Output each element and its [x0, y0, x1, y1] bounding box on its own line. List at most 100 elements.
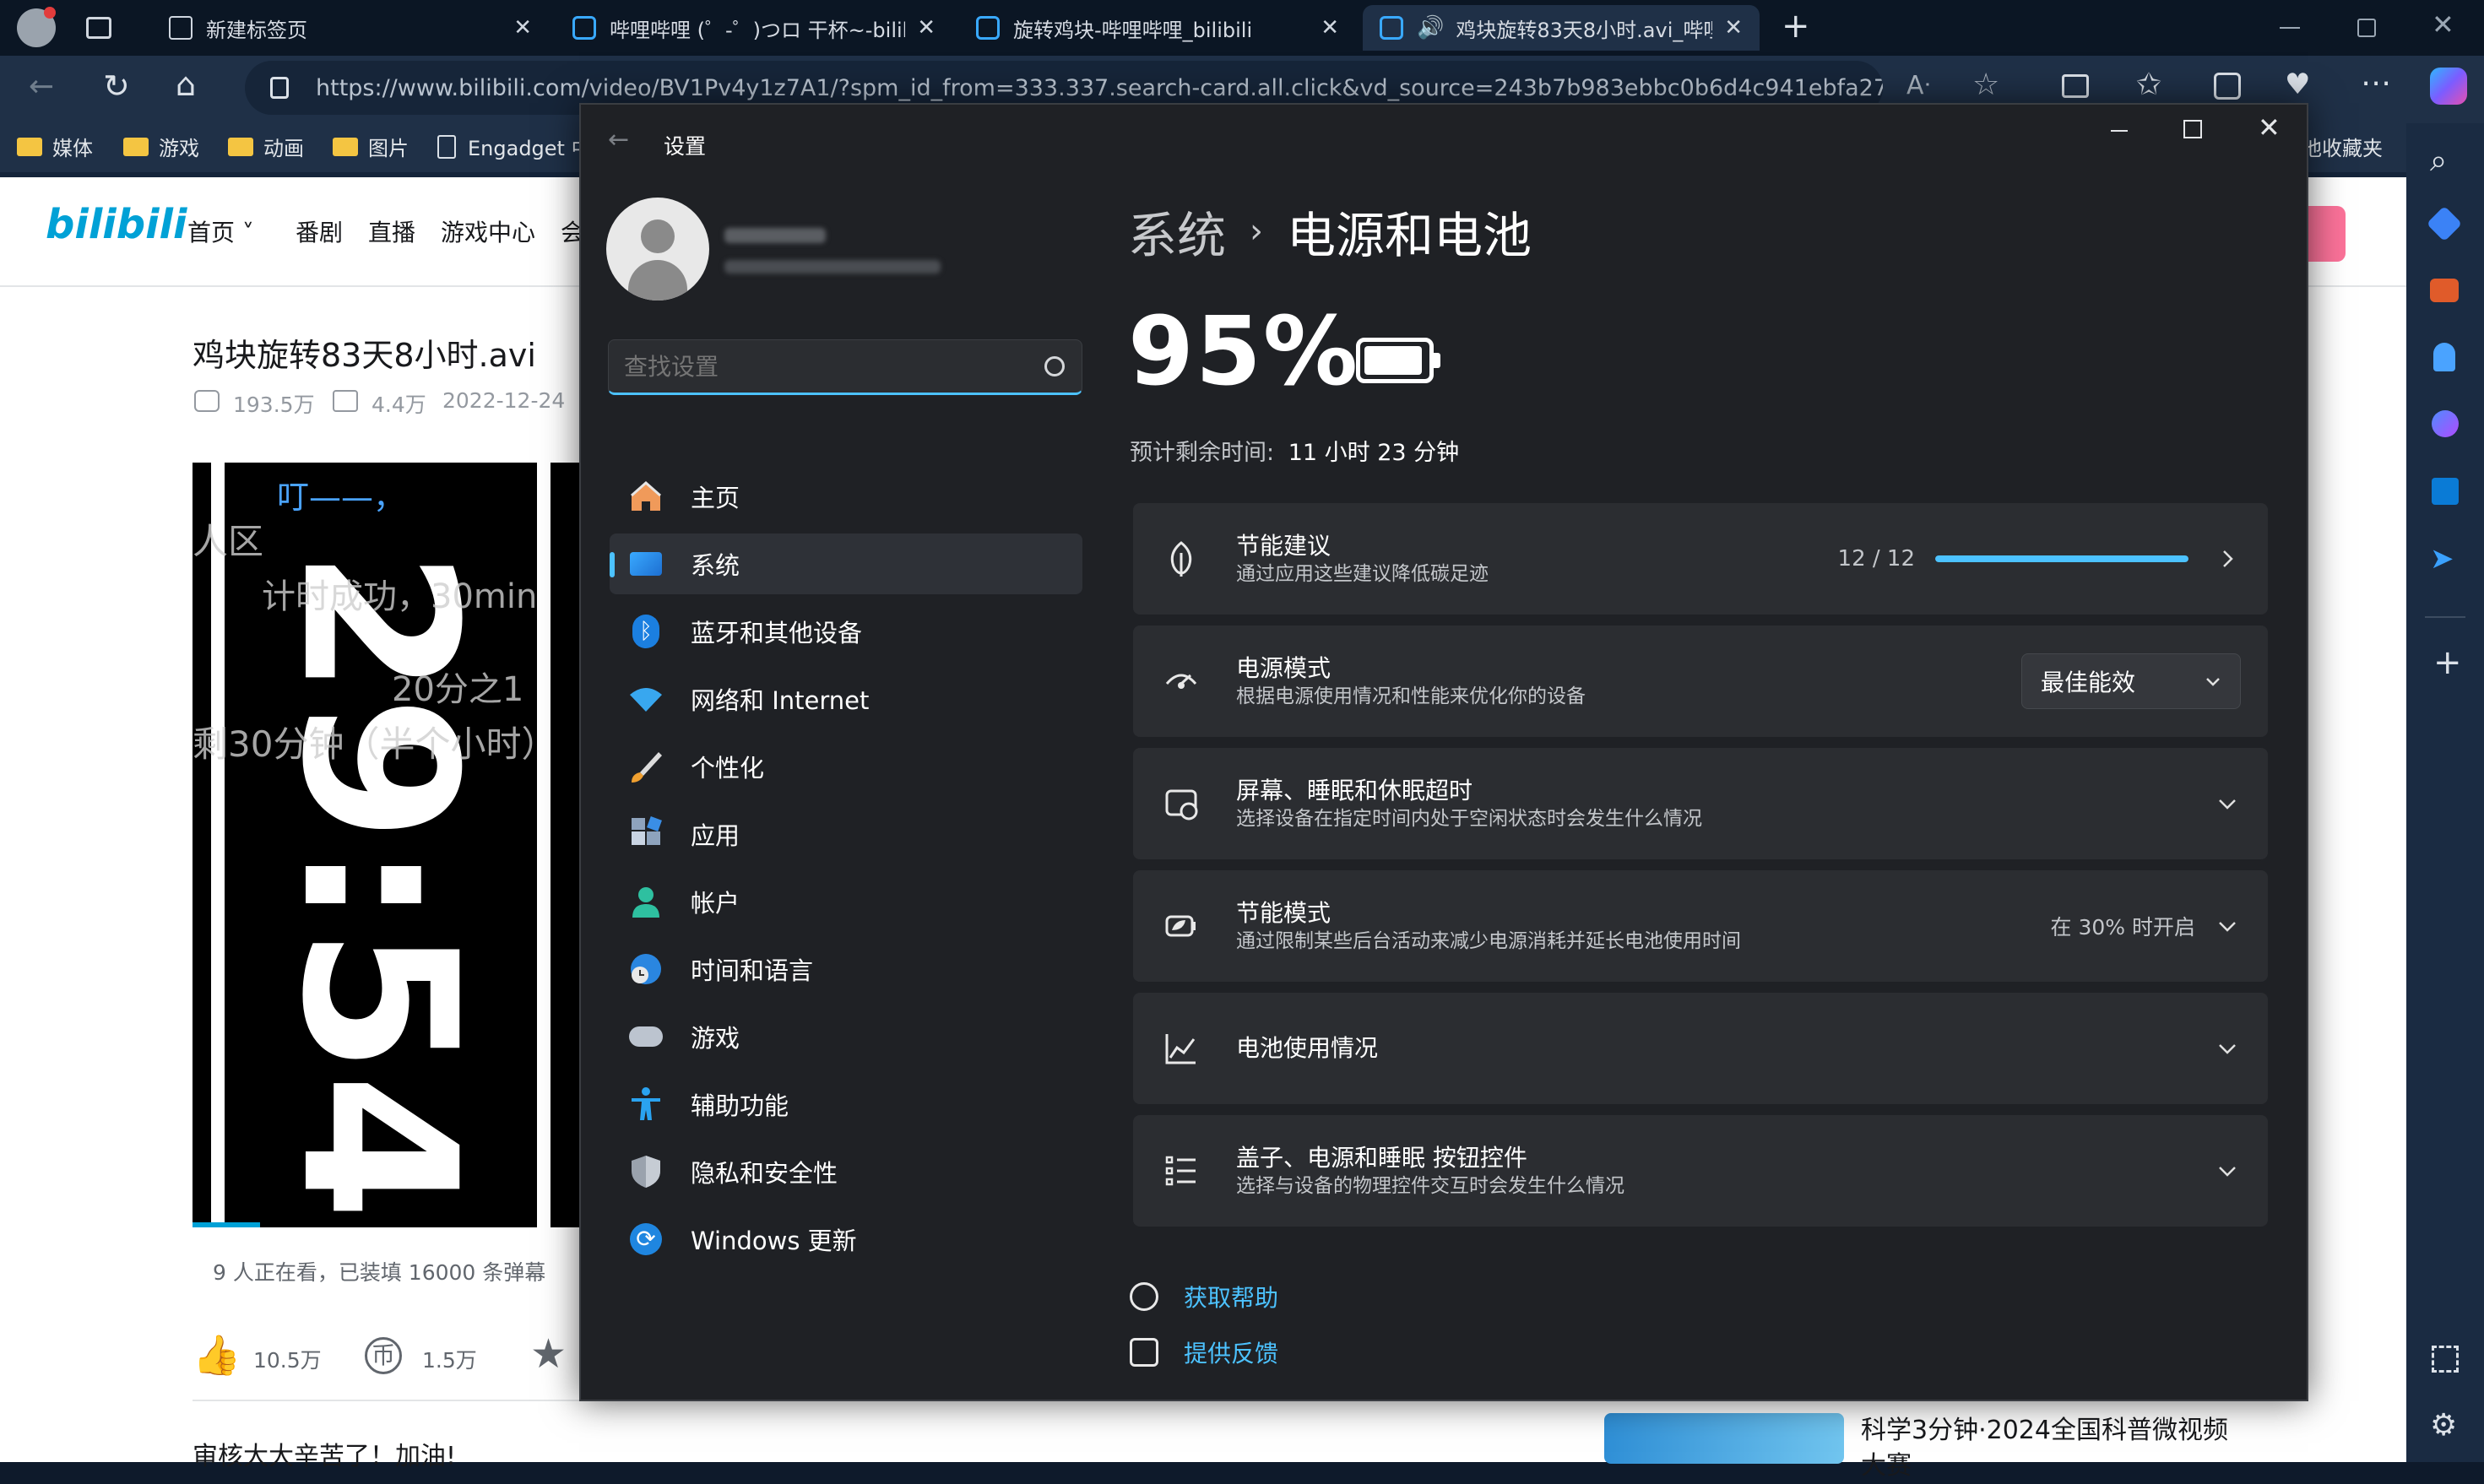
- video-player[interactable]: 29:54 叮——， 人区 计时成功，30min 20分之1 剩30分钟（半个小…: [193, 463, 581, 1227]
- nav-time-language[interactable]: 时间和语言: [610, 939, 1082, 999]
- card-battery-usage[interactable]: 电池使用情况: [1133, 993, 2268, 1104]
- tab-label: 哔哩哔哩 (゜-゜)つロ 干杯~-bilib: [610, 18, 906, 42]
- close-tab-icon[interactable]: ✕: [1321, 15, 1339, 41]
- sidebar-send-icon[interactable]: ➤: [2430, 542, 2454, 576]
- nav-home[interactable]: 主页: [610, 466, 1082, 527]
- power-mode-icon: [1160, 660, 1202, 702]
- tab-rotating-nugget[interactable]: 旋转鸡块-哔哩哔哩_bilibili ✕: [959, 5, 1356, 51]
- settings-search-box[interactable]: [608, 339, 1082, 395]
- nav-privacy[interactable]: 隐私和安全性: [610, 1141, 1082, 1202]
- nav-windows-update[interactable]: ⟳ Windows 更新: [610, 1209, 1082, 1270]
- nav-network[interactable]: 网络和 Internet: [610, 669, 1082, 729]
- like-icon[interactable]: 👍: [193, 1332, 241, 1378]
- nav-label: 辅助功能: [691, 1091, 789, 1120]
- new-tab-button[interactable]: +: [1782, 7, 1810, 46]
- close-tab-icon[interactable]: ✕: [917, 15, 936, 41]
- lock-icon[interactable]: [270, 77, 289, 99]
- collections-icon[interactable]: [2214, 73, 2241, 100]
- play-count-icon: [194, 390, 220, 412]
- sidebar-settings-icon[interactable]: ⚙: [2430, 1408, 2457, 1443]
- tab-active-video[interactable]: 🔊 鸡块旋转83天8小时.avi_哔哩 ✕: [1363, 5, 1760, 51]
- bili-nav-game-center[interactable]: 游戏中心: [441, 214, 535, 248]
- search-icon[interactable]: [1044, 356, 1065, 376]
- minimize-icon[interactable]: [2280, 27, 2300, 29]
- sidebar-tag-icon[interactable]: [2426, 205, 2463, 242]
- favorite-star-icon[interactable]: ☆: [1972, 68, 1999, 102]
- bilibili-tab-icon: [572, 16, 596, 40]
- tab-new[interactable]: 新建标签页 ✕: [152, 5, 549, 51]
- fav-folder-media[interactable]: 媒体: [17, 132, 93, 161]
- card-lid-power-buttons[interactable]: 盖子、电源和睡眠 按钮控件 选择与设备的物理控件交互时会发生什么情况: [1133, 1115, 2268, 1227]
- fav-folder-games[interactable]: 游戏: [123, 132, 199, 161]
- settings-search-input[interactable]: [624, 352, 1044, 381]
- card-battery-saver[interactable]: 节能模式 通过限制某些后台活动来减少电源消耗并延长电池使用时间 在 30% 时开启: [1133, 870, 2268, 982]
- nav-personalization[interactable]: 个性化: [610, 736, 1082, 797]
- read-aloud-icon[interactable]: Aᐧ: [1906, 71, 1930, 100]
- fav-engadget[interactable]: Engadget 中: [437, 132, 592, 161]
- folder-icon: [228, 137, 253, 156]
- feedback-link[interactable]: 提供反馈: [1130, 1335, 1278, 1369]
- split-screen-icon[interactable]: [2062, 74, 2089, 98]
- performance-icon[interactable]: ♥: [2285, 68, 2310, 101]
- fav-other[interactable]: 他收藏夹: [2302, 132, 2383, 161]
- power-mode-dropdown[interactable]: 最佳能效: [2021, 653, 2241, 709]
- sidebar-person-icon[interactable]: [2433, 343, 2455, 371]
- speaker-icon[interactable]: 🔊: [1417, 15, 1444, 41]
- sidebar-screenshot-icon[interactable]: [2432, 1346, 2459, 1373]
- sidebar-copilot-icon[interactable]: [2432, 410, 2459, 437]
- bili-nav-bangumi[interactable]: 番剧: [296, 214, 343, 248]
- favorites-icon[interactable]: ✩: [2136, 68, 2161, 102]
- url-text[interactable]: https://www.bilibili.com/video/BV1Pv4y1z…: [316, 75, 1883, 101]
- home-icon[interactable]: ⌂: [176, 66, 196, 103]
- breadcrumb-parent[interactable]: 系统: [1128, 196, 1226, 267]
- tab-bilibili-home[interactable]: 哔哩哔哩 (゜-゜)つロ 干杯~-bilib ✕: [556, 5, 952, 51]
- back-icon[interactable]: ←: [29, 69, 54, 104]
- settings-maximize-icon[interactable]: [2183, 120, 2202, 138]
- folder-icon: [17, 137, 42, 156]
- tab-actions-icon[interactable]: [86, 17, 111, 39]
- fav-folder-anime[interactable]: 动画: [228, 132, 304, 161]
- card-subtitle: 选择与设备的物理控件交互时会发生什么情况: [1236, 1175, 1624, 1197]
- bili-nav-home[interactable]: 首页 ˅: [187, 214, 254, 248]
- nav-label: 网络和 Internet: [691, 686, 870, 715]
- card-screen-sleep[interactable]: 屏幕、睡眠和休眠超时 选择设备在指定时间内处于空闲状态时会发生什么情况: [1133, 748, 2268, 859]
- settings-minimize-icon[interactable]: [2111, 130, 2128, 132]
- video-progress[interactable]: [193, 1222, 260, 1227]
- nav-accessibility[interactable]: 辅助功能: [610, 1074, 1082, 1135]
- help-link[interactable]: 获取帮助: [1130, 1280, 1278, 1313]
- comment-divider: [193, 1400, 581, 1401]
- fav-label: 动画: [263, 137, 304, 160]
- nav-apps[interactable]: 应用: [610, 804, 1082, 864]
- chevron-right-icon: [2223, 550, 2233, 567]
- rec-thumbnail[interactable]: [1604, 1413, 1844, 1464]
- sidebar-outlook-icon[interactable]: [2432, 478, 2459, 505]
- battery-saver-icon: [1160, 905, 1202, 947]
- settings-close-icon[interactable]: ✕: [2258, 111, 2281, 144]
- user-avatar[interactable]: [606, 198, 709, 301]
- user-email-blurred: [724, 260, 941, 274]
- nav-gaming[interactable]: 游戏: [610, 1006, 1082, 1067]
- like-count: 10.5万: [253, 1348, 322, 1373]
- close-tab-icon[interactable]: ✕: [1724, 15, 1743, 41]
- close-tab-icon[interactable]: ✕: [513, 15, 532, 41]
- rec-title[interactable]: 科学3分钟·2024全国科普微视频大赛: [1861, 1413, 2232, 1484]
- close-window-icon[interactable]: ✕: [2432, 8, 2454, 41]
- bili-nav-live[interactable]: 直播: [368, 214, 415, 248]
- sidebar-search-icon[interactable]: ⌕: [2430, 144, 2447, 179]
- sidebar-add-icon[interactable]: +: [2433, 643, 2462, 682]
- refresh-icon[interactable]: ↻: [103, 68, 130, 105]
- more-icon[interactable]: ⋯: [2361, 66, 2391, 100]
- restore-icon[interactable]: [2357, 19, 2376, 37]
- nav-system[interactable]: 系统: [610, 533, 1082, 594]
- copilot-icon[interactable]: [2430, 68, 2467, 105]
- fav-folder-images[interactable]: 图片: [333, 132, 409, 161]
- favorite-icon[interactable]: ★: [530, 1330, 567, 1378]
- card-title: 节能建议: [1236, 532, 1331, 560]
- card-energy-recommendations[interactable]: 节能建议 通过应用这些建议降低碳足迹 12 / 12: [1133, 503, 2268, 615]
- nav-accounts[interactable]: 帐户: [610, 871, 1082, 932]
- bilibili-logo[interactable]: bilibili: [46, 201, 187, 248]
- nav-bluetooth[interactable]: ᛒ 蓝牙和其他设备: [610, 601, 1082, 662]
- sidebar-tools-icon[interactable]: [2430, 279, 2459, 302]
- settings-back-icon[interactable]: ←: [608, 125, 629, 154]
- coin-icon[interactable]: 币: [365, 1337, 402, 1374]
